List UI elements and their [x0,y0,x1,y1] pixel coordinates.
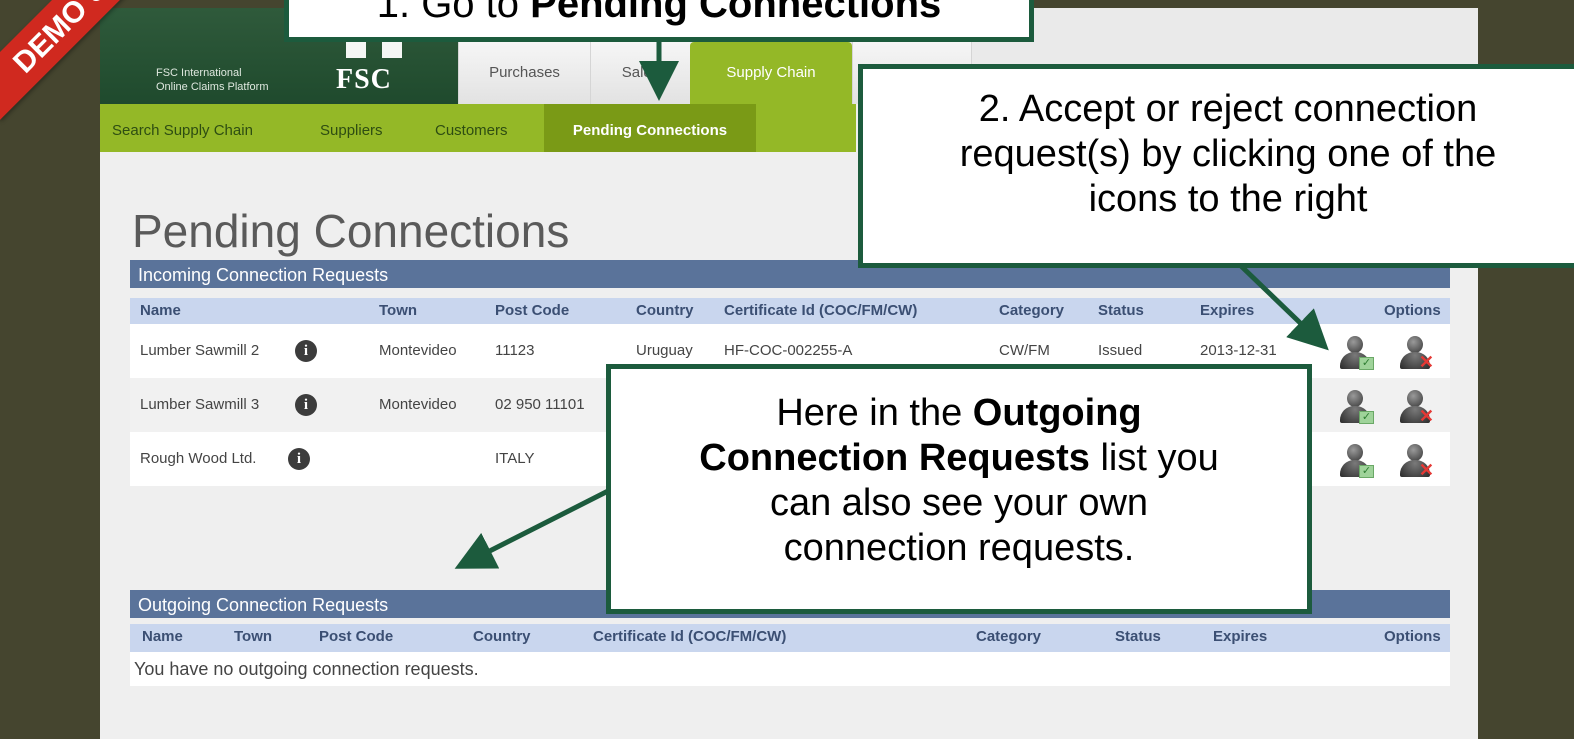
callout-outgoing-line-4: connection requests. [783,527,1135,569]
col-country[interactable]: Country [636,298,694,324]
outgoing-column-header: Name Town Post Code Country Certificate … [130,624,1450,652]
col-town[interactable]: Town [234,624,272,650]
subnav-pending-connections[interactable]: Pending Connections [544,104,756,152]
reject-connection-icon[interactable]: ✕ [1398,390,1434,425]
callout-step-2-line-3: icons to the right [1088,178,1368,220]
tab-sales[interactable]: Sales [590,42,690,104]
accept-connection-icon[interactable]: ✓ [1338,336,1374,370]
subnav-customers[interactable]: Customers [435,104,535,152]
incoming-column-header: Name Town Post Code Country Certificate … [130,298,1450,324]
col-options: Options [1384,628,1441,645]
callout-step-1: 1. Go to Pending Connections [284,0,1034,42]
brand-line-2: Online Claims Platform [156,81,269,93]
subnav-search-supply-chain[interactable]: Search Supply Chain [112,104,302,152]
reject-connection-icon[interactable]: ✕ [1398,336,1434,371]
callout-step-2: 2. Accept or reject connection request(s… [858,64,1574,268]
col-expires[interactable]: Expires [1213,624,1267,650]
col-category[interactable]: Category [999,298,1064,324]
callout-outgoing-bold-1: Outgoing [972,392,1142,434]
col-status[interactable]: Status [1115,624,1161,650]
subnav-suppliers[interactable]: Suppliers [320,104,410,152]
row-post-code: 02 950 11101 [495,396,585,413]
col-post-code[interactable]: Post Code [495,298,569,324]
row-name: Lumber Sawmill 2 [140,342,260,359]
col-post-code[interactable]: Post Code [319,624,393,650]
callout-step-2-line-1: 2. Accept or reject connection [978,88,1478,130]
fsc-logo: FSC [336,64,392,95]
col-status[interactable]: Status [1098,298,1144,324]
row-name: Lumber Sawmill 3 [140,396,260,413]
tab-supply-chain[interactable]: Supply Chain [690,42,852,104]
row-name: Rough Wood Ltd. [140,450,257,467]
callout-step-2-line-2: request(s) by clicking one of the [959,133,1497,175]
reject-connection-icon[interactable]: ✕ [1398,444,1434,479]
brand-line-1: FSC International [156,67,242,79]
accept-connection-icon[interactable]: ✓ [1338,444,1374,478]
outgoing-empty-message: You have no outgoing connection requests… [130,652,1450,686]
row-town: Montevideo [379,396,457,413]
info-icon[interactable]: i [288,448,310,470]
callout-step-1-bold: Pending Connections [530,0,942,26]
col-certificate-id[interactable]: Certificate Id (COC/FM/CW) [593,624,786,650]
col-name[interactable]: Name [142,624,183,650]
col-options: Options [1384,302,1441,319]
accept-connection-icon[interactable]: ✓ [1338,390,1374,424]
callout-outgoing-prefix: Here in the [776,392,973,434]
col-category[interactable]: Category [976,624,1041,650]
callout-step-1-text: 1. Go to [376,0,531,26]
col-expires[interactable]: Expires [1200,298,1254,324]
row-post-code: ITALY [495,450,535,467]
col-country[interactable]: Country [473,624,531,650]
row-post-code: 11123 [495,342,535,359]
callout-outgoing-line-3: can also see your own [769,482,1149,524]
info-icon[interactable]: i [295,340,317,362]
col-certificate-id[interactable]: Certificate Id (COC/FM/CW) [724,298,917,324]
screenshot: FSC International Online Claims Platform… [0,0,1574,739]
row-town: Montevideo [379,342,457,359]
callout-outgoing-suffix: list you [1089,437,1219,479]
page-title: Pending Connections [132,205,570,257]
callout-outgoing-bold-2: Connection Requests [699,437,1090,479]
col-name[interactable]: Name [140,298,181,324]
info-icon[interactable]: i [295,394,317,416]
callout-outgoing: Here in the Outgoing Connection Requests… [606,364,1312,614]
tab-purchases[interactable]: Purchases [458,42,590,104]
col-town[interactable]: Town [379,298,417,324]
